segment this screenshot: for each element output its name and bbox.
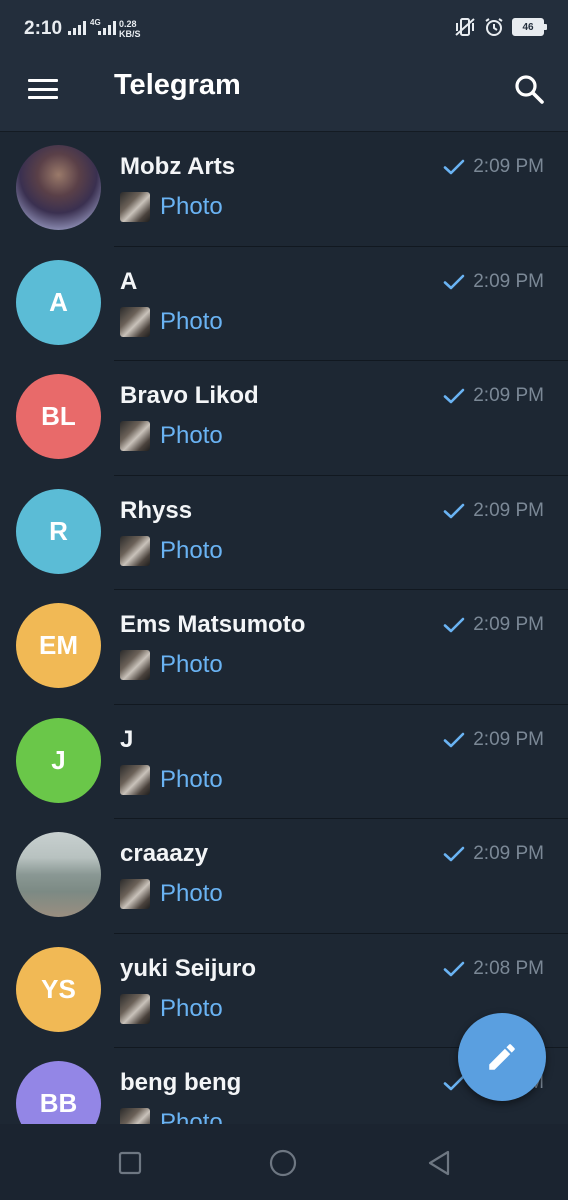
chat-time: 2:09 PM	[473, 499, 544, 521]
chat-meta: 2:09 PM	[443, 500, 544, 522]
photo-thumbnail	[120, 1108, 150, 1124]
photo-thumbnail	[120, 879, 150, 909]
sent-check-icon	[443, 388, 465, 404]
avatar[interactable]: A	[16, 259, 101, 345]
avatar-initials: BL	[41, 401, 76, 431]
message-preview: Photo	[160, 422, 223, 449]
message-preview: Photo	[160, 880, 223, 907]
avatar[interactable]: R	[16, 488, 101, 574]
photo-thumbnail	[120, 764, 150, 795]
sent-check-icon	[443, 159, 465, 175]
chat-row[interactable]: craaazy 2:09 PM Photo	[0, 819, 568, 934]
chat-time: 2:09 PM	[473, 614, 544, 635]
status-icons: 46	[454, 17, 547, 37]
avatar-initials: EM	[39, 630, 78, 660]
sent-check-icon	[443, 617, 465, 633]
chat-name: Rhyss	[120, 496, 193, 524]
chat-name: beng beng	[120, 1069, 242, 1096]
avatar-initials: A	[49, 286, 68, 317]
message-preview: Photo	[160, 307, 223, 335]
chat-meta: 2:09 PM	[443, 271, 544, 293]
sent-check-icon	[443, 732, 465, 747]
avatar-initials: J	[51, 744, 66, 775]
photo-thumbnail	[120, 650, 150, 680]
chat-name: craaazy	[120, 840, 209, 867]
chat-row[interactable]: BL Bravo Likod 2:09 PM Photo	[0, 361, 568, 476]
chat-time: 2:08 PM	[473, 957, 544, 979]
status-time: 2:10	[24, 18, 63, 39]
photo-thumbnail	[120, 421, 150, 451]
sent-check-icon	[443, 274, 465, 289]
hamburger-menu-icon[interactable]	[28, 77, 58, 101]
photo-thumbnail	[120, 535, 150, 566]
signal-icon-2	[98, 21, 116, 35]
message-preview: Photo	[160, 765, 223, 793]
chat-meta: 2:09 PM	[443, 843, 544, 865]
avatar-initials: R	[49, 515, 68, 546]
avatar[interactable]: J	[16, 717, 101, 803]
chat-time: 2:09 PM	[473, 270, 544, 292]
avatar-initials: YS	[41, 973, 76, 1004]
chat-row[interactable]: R Rhyss 2:09 PM Photo	[0, 476, 568, 590]
home-icon[interactable]	[268, 1148, 298, 1178]
battery-icon: 46	[512, 18, 547, 36]
avatar[interactable]: YS	[16, 946, 101, 1032]
photo-thumbnail	[120, 306, 150, 337]
photo-thumbnail	[120, 192, 150, 222]
message-preview: Photo	[160, 193, 223, 220]
alarm-icon	[485, 18, 503, 36]
message-preview: Photo	[160, 536, 223, 564]
back-icon[interactable]	[424, 1148, 454, 1178]
message-preview: Photo	[160, 994, 223, 1022]
chat-time: 2:09 PM	[473, 843, 544, 864]
recent-apps-icon[interactable]	[115, 1148, 145, 1178]
chat-meta: 2:09 PM	[443, 385, 544, 407]
avatar[interactable]: BB	[16, 1061, 101, 1124]
chat-meta: 2:09 PM	[443, 156, 544, 178]
chat-time: 2:09 PM	[473, 156, 544, 177]
avatar-initials: BB	[39, 1088, 78, 1118]
chat-name: Bravo Likod	[120, 382, 259, 409]
avatar[interactable]: EM	[16, 603, 101, 688]
chat-name: J	[120, 725, 134, 753]
avatar[interactable]	[16, 145, 101, 230]
chat-row[interactable]: Mobz Arts 2:09 PM Photo	[0, 132, 568, 247]
app-header: Telegram	[0, 60, 568, 132]
pencil-icon	[489, 1044, 515, 1070]
avatar[interactable]: BL	[16, 374, 101, 459]
signal-icon	[68, 21, 86, 35]
chat-time: 2:09 PM	[473, 728, 544, 750]
message-preview: Photo	[160, 651, 223, 678]
chat-name: yuki Seijuro	[120, 954, 257, 982]
chat-name: Mobz Arts	[120, 153, 236, 180]
chat-list[interactable]: Mobz Arts 2:09 PM Photo A A 2:09 PM Photo BL Bra…	[0, 132, 568, 1124]
page-title: Telegram	[114, 69, 241, 101]
compose-button[interactable]	[458, 1013, 546, 1101]
message-preview: Photo	[160, 1109, 223, 1124]
chat-meta: 2:08 PM	[443, 958, 544, 980]
chat-row[interactable]: J J 2:09 PM Photo	[0, 705, 568, 819]
chat-meta: 2:09 PM	[443, 614, 544, 636]
status-bar: 2:10 4G 0.28 KB/S 46	[0, 0, 568, 60]
chat-time: 2:09 PM	[473, 385, 544, 406]
photo-thumbnail	[120, 993, 150, 1024]
avatar[interactable]	[16, 832, 101, 917]
chat-name: A	[120, 267, 138, 295]
chat-name: Ems Matsumoto	[120, 611, 306, 638]
sent-check-icon	[443, 503, 465, 518]
sent-check-icon	[443, 961, 465, 976]
vibrate-icon	[455, 18, 475, 36]
chat-row[interactable]: EM Ems Matsumoto 2:09 PM Photo	[0, 590, 568, 705]
search-icon[interactable]	[510, 70, 550, 110]
chat-row[interactable]: A A 2:09 PM Photo	[0, 247, 568, 361]
sent-check-icon	[443, 846, 465, 862]
system-nav-bar	[0, 1124, 568, 1200]
sent-check-icon	[443, 1075, 465, 1091]
chat-meta: 2:09 PM	[443, 729, 544, 751]
network-speed: 0.28 KB/S	[119, 19, 141, 39]
